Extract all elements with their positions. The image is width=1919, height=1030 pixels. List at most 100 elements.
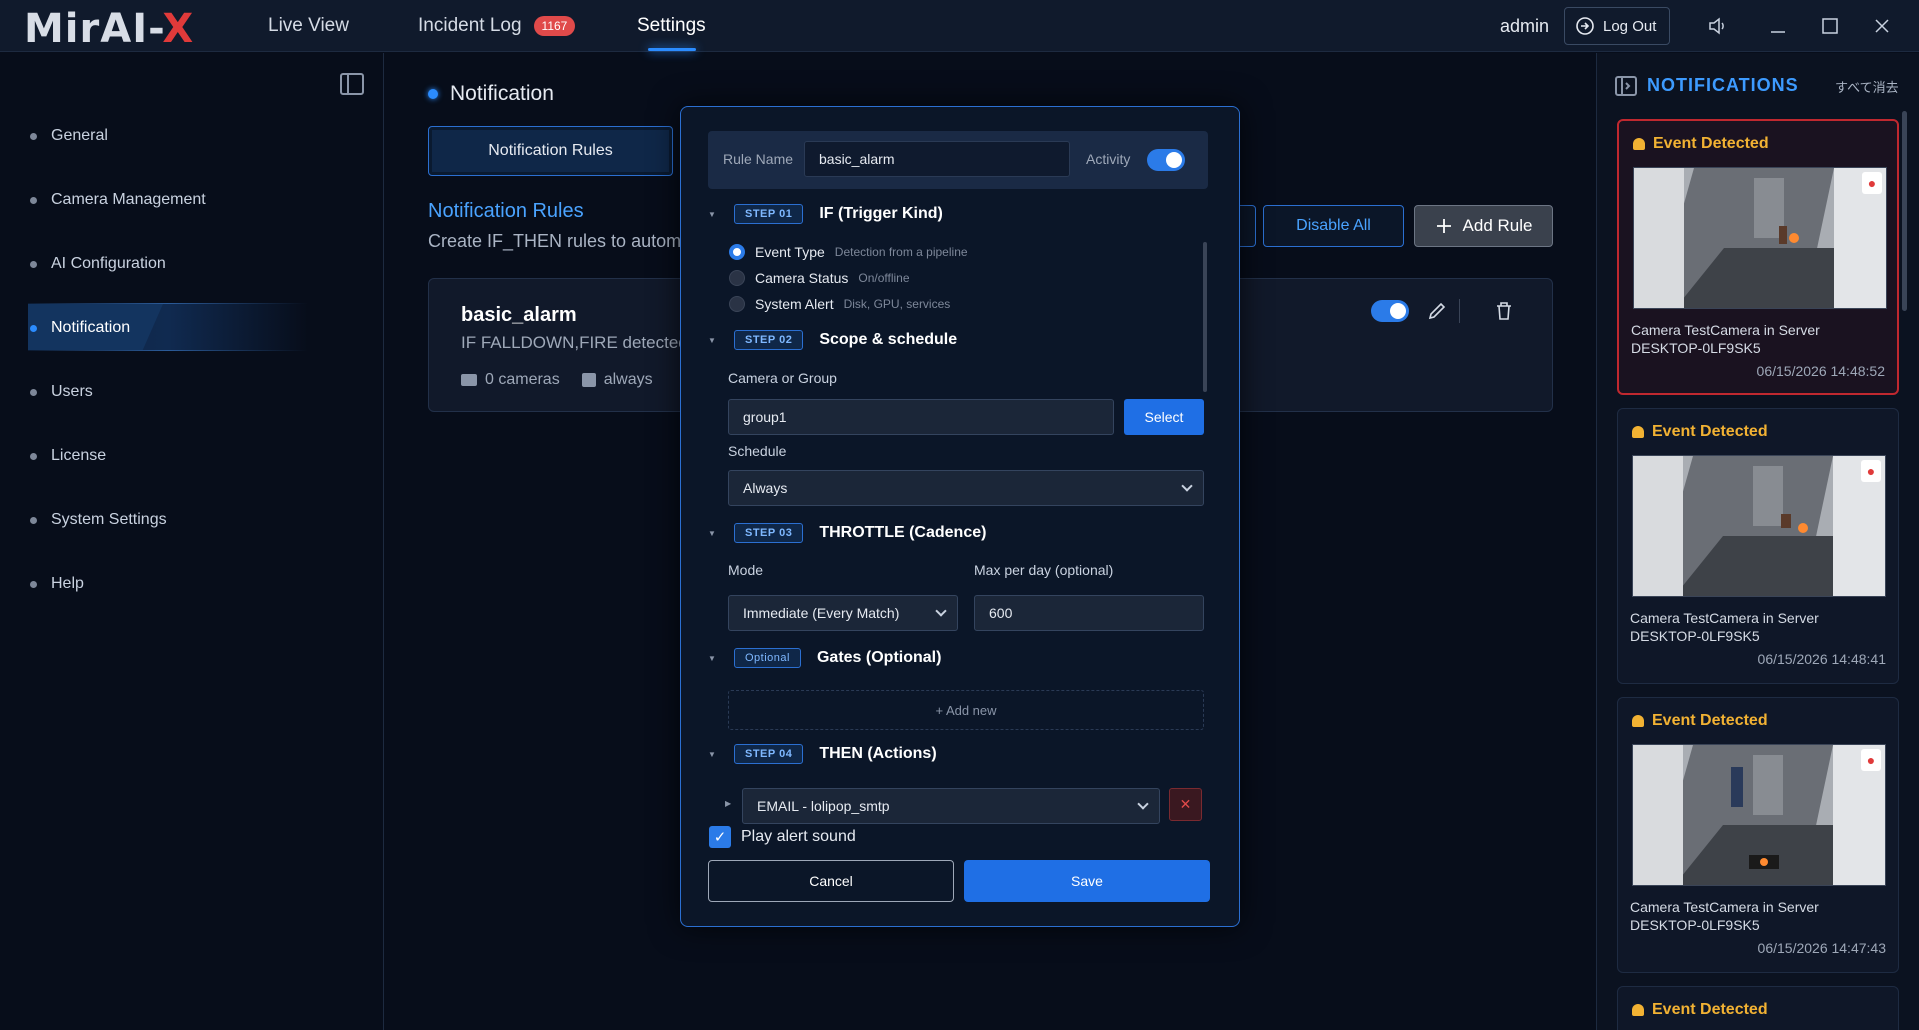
bell-icon bbox=[1633, 138, 1645, 150]
add-gate-button[interactable]: + Add new bbox=[728, 690, 1204, 730]
bullet-icon bbox=[30, 516, 37, 524]
active-nav-indicator bbox=[648, 48, 696, 51]
rules-heading: Notification Rules bbox=[428, 200, 584, 222]
save-button[interactable]: Save bbox=[964, 860, 1210, 902]
settings-sidebar: General Camera Management AI Configurati… bbox=[0, 53, 384, 1030]
active-item-border-bottom bbox=[28, 350, 308, 351]
notification-header: Event Detected bbox=[1632, 1001, 1768, 1019]
trigger-option-system-alert[interactable]: System Alert Disk, GPU, services bbox=[729, 296, 950, 312]
nav-incident-log[interactable]: Incident Log 1167 bbox=[418, 0, 576, 52]
minimize-icon[interactable] bbox=[1764, 12, 1792, 40]
schedule-label: Schedule bbox=[728, 443, 787, 459]
rules-subtitle: Create IF_THEN rules to automa bbox=[428, 231, 683, 251]
rule-description: IF FALLDOWN,FIRE detected bbox=[461, 333, 688, 352]
fire-icon: ● bbox=[1862, 172, 1882, 194]
notification-header: Event Detected bbox=[1632, 423, 1768, 441]
rule-enable-toggle[interactable] bbox=[1371, 300, 1409, 322]
divider bbox=[1459, 299, 1460, 323]
app-logo: MirAI-X bbox=[24, 6, 195, 52]
notification-text: Camera TestCamera in Server DESKTOP-0LF9… bbox=[1630, 610, 1819, 644]
radio-icon bbox=[729, 296, 745, 312]
bell-icon bbox=[1632, 426, 1644, 438]
sidebar-item-general[interactable]: General bbox=[30, 127, 108, 145]
camera-icon bbox=[461, 374, 477, 386]
active-item-border-top bbox=[28, 303, 308, 304]
notification-time: 06/15/2026 14:48:52 bbox=[1756, 363, 1885, 379]
step-01-header[interactable]: ▼ STEP 01 IF (Trigger Kind) bbox=[708, 204, 943, 224]
sidebar-collapse-icon[interactable] bbox=[340, 73, 364, 95]
trash-icon[interactable] bbox=[1495, 301, 1513, 326]
notification-card[interactable]: Event Detected bbox=[1617, 986, 1899, 1030]
close-icon[interactable] bbox=[1868, 12, 1896, 40]
notifications-title: NOTIFICATIONS bbox=[1615, 75, 1799, 96]
sidebar-item-help[interactable]: Help bbox=[30, 575, 84, 593]
max-per-day-input[interactable]: 600 bbox=[974, 595, 1204, 631]
logout-icon bbox=[1576, 17, 1594, 35]
clear-all-button[interactable]: すべて消去 bbox=[1835, 77, 1899, 96]
rule-schedule: always bbox=[603, 371, 653, 388]
step-03-header[interactable]: ▼ STEP 03 THROTTLE (Cadence) bbox=[708, 523, 986, 543]
event-thumbnail[interactable]: ● bbox=[1632, 455, 1886, 597]
sidebar-item-system-settings[interactable]: System Settings bbox=[30, 511, 167, 529]
notification-card[interactable]: Event Detected ● Camera TestCamera in Se… bbox=[1617, 408, 1899, 684]
edit-icon[interactable] bbox=[1426, 300, 1448, 327]
bullet-icon bbox=[30, 452, 37, 460]
rule-meta: 0 cameras always bbox=[461, 371, 653, 389]
schedule-select[interactable]: Always bbox=[728, 470, 1204, 506]
volume-icon[interactable] bbox=[1704, 12, 1732, 40]
notification-card[interactable]: Event Detected ● Camera TestCamera in Se… bbox=[1617, 697, 1899, 973]
remove-action-icon[interactable]: ✕ bbox=[1169, 788, 1202, 821]
title-dot-icon bbox=[428, 89, 438, 99]
chevron-down-icon bbox=[935, 605, 947, 617]
fire-icon: ● bbox=[1861, 460, 1881, 482]
sidebar-item-camera-management[interactable]: Camera Management bbox=[30, 191, 206, 209]
sidebar-item-license[interactable]: License bbox=[30, 447, 106, 465]
camera-group-label: Camera or Group bbox=[728, 370, 837, 386]
activity-toggle[interactable] bbox=[1147, 149, 1185, 171]
tab-notification-rules[interactable]: Notification Rules bbox=[428, 126, 673, 176]
panel-scrollbar[interactable] bbox=[1902, 111, 1907, 311]
notifications-panel: NOTIFICATIONS すべて消去 Event Detected ● Cam… bbox=[1596, 53, 1919, 1030]
select-camera-button[interactable]: Select bbox=[1124, 399, 1204, 435]
notification-header: Event Detected bbox=[1632, 712, 1768, 730]
nav-live-view[interactable]: Live View bbox=[268, 0, 349, 52]
gates-header[interactable]: ▼ Optional Gates (Optional) bbox=[708, 648, 941, 668]
modal-header: Rule Name basic_alarm Activity bbox=[708, 131, 1208, 189]
cancel-button[interactable]: Cancel bbox=[708, 860, 954, 902]
expand-arrow-icon[interactable]: ▶ bbox=[725, 799, 735, 808]
bullet-icon bbox=[30, 324, 37, 332]
rule-name-input[interactable]: basic_alarm bbox=[804, 141, 1070, 177]
notification-card[interactable]: Event Detected ● Camera TestCamera in Se… bbox=[1617, 119, 1899, 395]
collapse-arrow-icon: ▼ bbox=[708, 209, 716, 219]
play-alert-sound-checkbox[interactable]: ✓ Play alert sound bbox=[709, 826, 856, 848]
add-rule-button[interactable]: Add Rule bbox=[1414, 205, 1553, 247]
step-02-header[interactable]: ▼ STEP 02 Scope & schedule bbox=[708, 330, 957, 350]
maximize-icon[interactable] bbox=[1816, 12, 1844, 40]
sidebar-item-notification[interactable]: Notification bbox=[30, 319, 130, 337]
collapse-arrow-icon: ▼ bbox=[708, 335, 716, 345]
sidebar-item-ai-configuration[interactable]: AI Configuration bbox=[30, 255, 166, 273]
event-thumbnail[interactable]: ● bbox=[1632, 744, 1886, 886]
bullet-icon bbox=[30, 132, 37, 140]
checkmark-icon: ✓ bbox=[709, 826, 731, 848]
trigger-option-event-type[interactable]: Event Type Detection from a pipeline bbox=[729, 244, 968, 260]
mode-select[interactable]: Immediate (Every Match) bbox=[728, 595, 958, 631]
collapse-arrow-icon: ▼ bbox=[708, 528, 716, 538]
max-per-day-label: Max per day (optional) bbox=[974, 562, 1114, 578]
activity-label: Activity bbox=[1086, 151, 1131, 167]
bullet-icon bbox=[30, 260, 37, 268]
modal-scrollbar[interactable] bbox=[1203, 242, 1207, 392]
edit-rule-modal: Rule Name basic_alarm Activity ▼ STEP 01… bbox=[680, 106, 1240, 927]
panel-toggle-icon[interactable] bbox=[1615, 75, 1637, 96]
event-thumbnail[interactable]: ● bbox=[1633, 167, 1887, 309]
chevron-down-icon bbox=[1181, 480, 1193, 492]
nav-settings[interactable]: Settings bbox=[637, 0, 706, 52]
action-select[interactable]: EMAIL - lolipop_smtp bbox=[742, 788, 1160, 824]
camera-group-input[interactable]: group1 bbox=[728, 399, 1114, 435]
logout-button[interactable]: Log Out bbox=[1564, 7, 1670, 45]
notification-text: Camera TestCamera in Server DESKTOP-0LF9… bbox=[1631, 322, 1820, 356]
trigger-option-camera-status[interactable]: Camera Status On/offline bbox=[729, 270, 910, 286]
sidebar-item-users[interactable]: Users bbox=[30, 383, 93, 401]
step-04-header[interactable]: ▼ STEP 04 THEN (Actions) bbox=[708, 744, 937, 764]
disable-all-button[interactable]: Disable All bbox=[1263, 205, 1404, 247]
